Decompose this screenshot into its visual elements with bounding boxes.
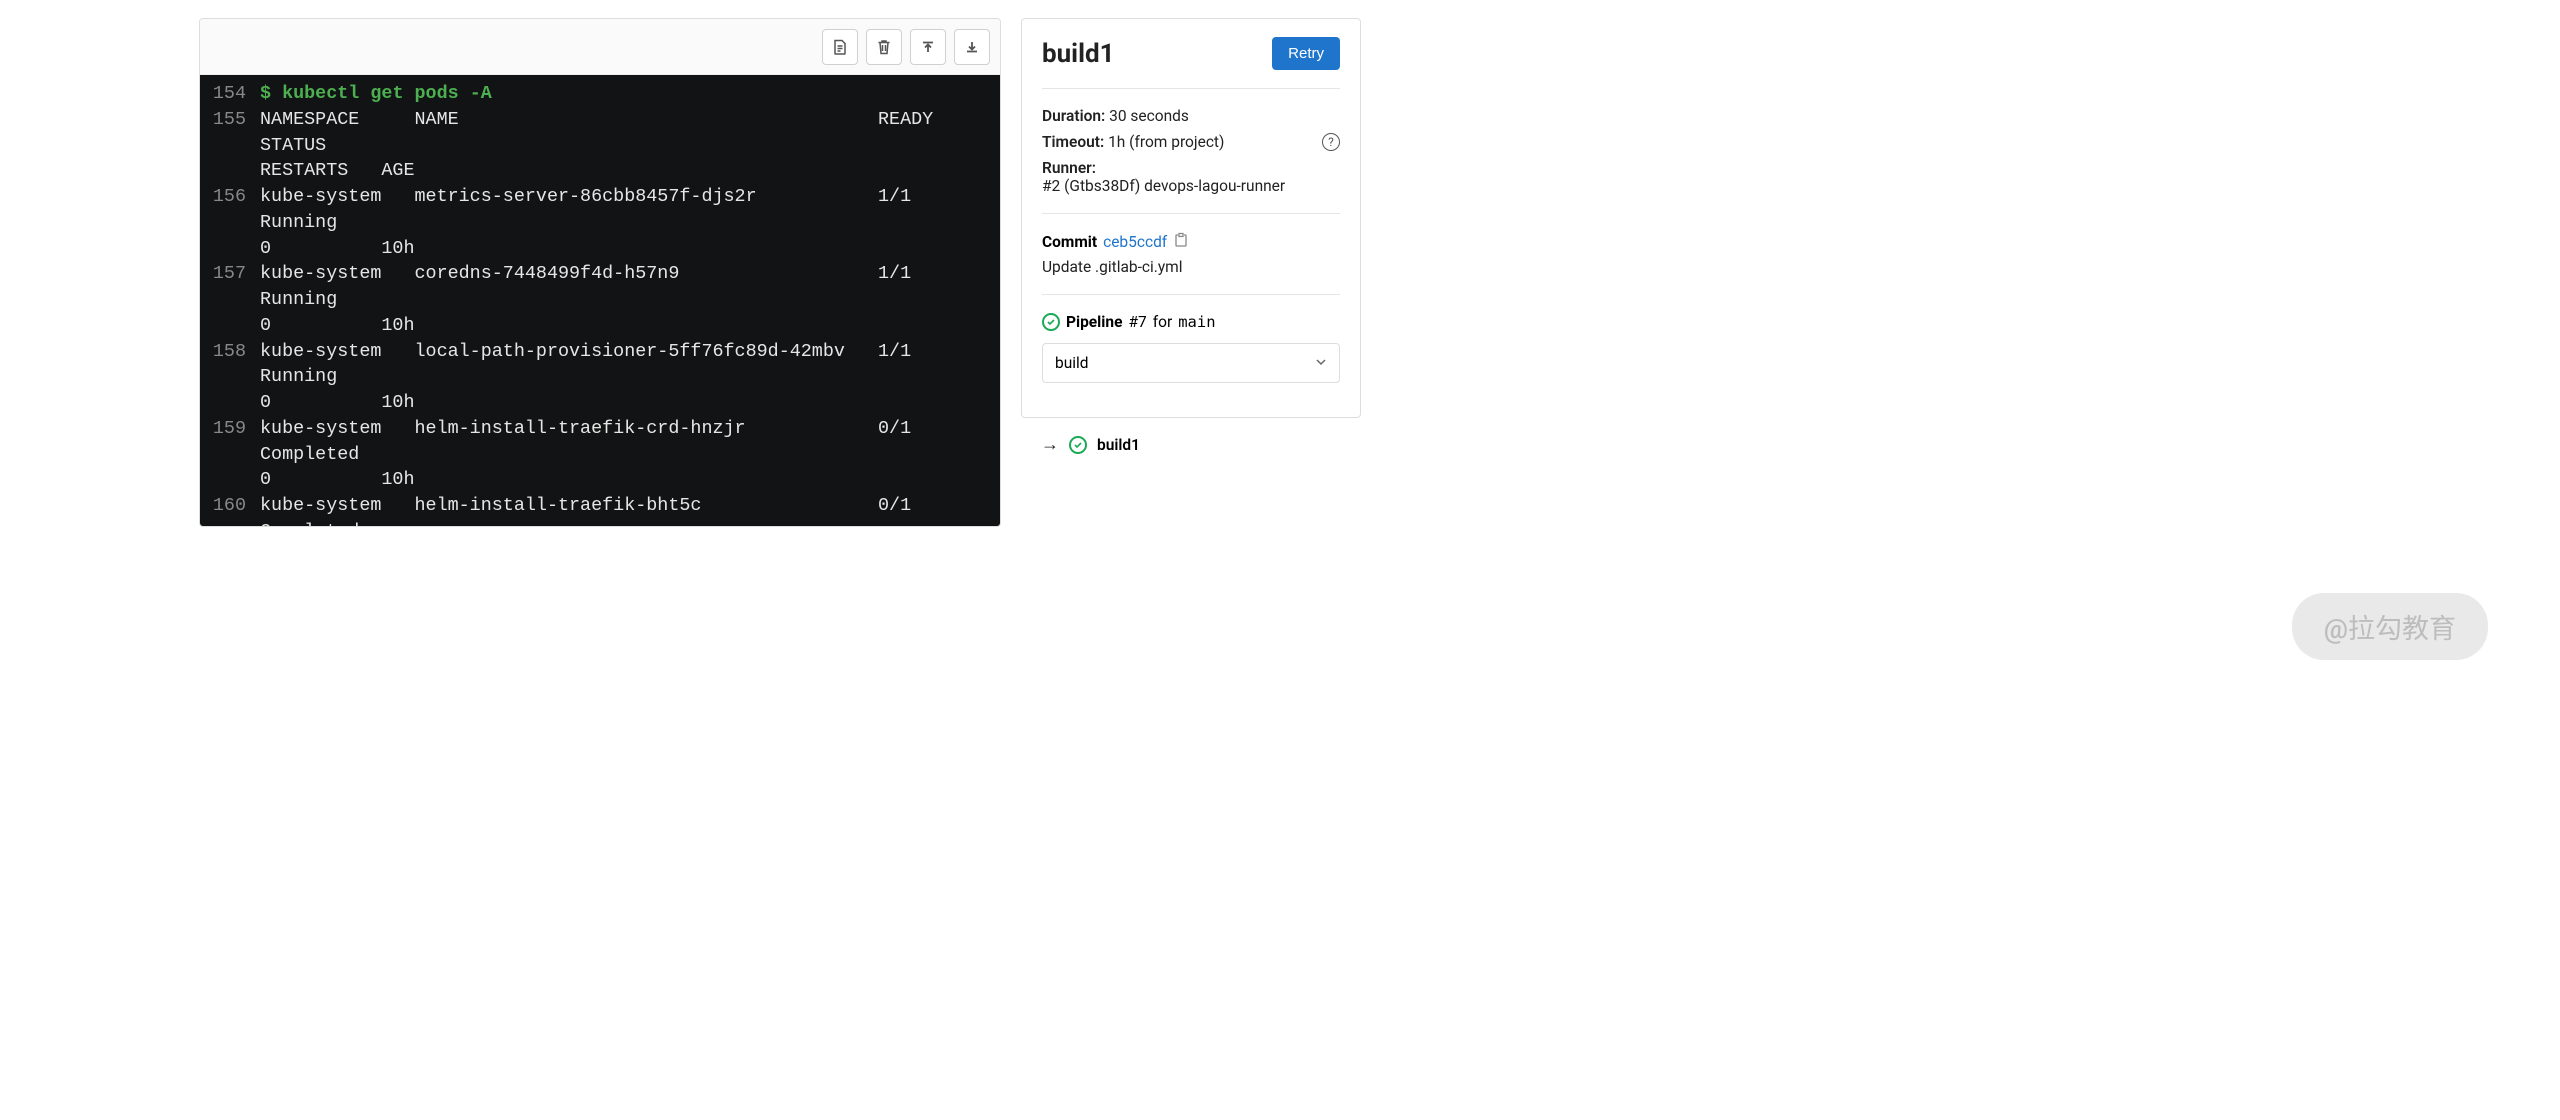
runner-label: Runner: [1042,159,1096,177]
line-number: 156 [200,184,260,236]
job-meta: Duration: 30 seconds Timeout: 1h (from p… [1042,89,1340,214]
scroll-top-button[interactable] [910,29,946,65]
line-number: 158 [200,339,260,391]
terminal-line: 154$ kubectl get pods -A [200,81,1000,107]
line-content: 0 10h [260,313,415,339]
line-number: 154 [200,81,260,107]
terminal-line-wrap: 0 10h [200,313,1000,339]
line-number: 155 [200,107,260,159]
pipeline-for: for [1153,313,1172,331]
terminal-line-wrap: 0 10h [200,236,1000,262]
terminal-panel: 154$ kubectl get pods -A155NAMESPACE NAM… [199,18,1001,527]
line-content: 0 10h [260,236,415,262]
terminal-toolbar [200,19,1000,75]
commit-label: Commit [1042,233,1097,251]
delete-log-button[interactable] [866,29,902,65]
arrow-down-bar-icon [964,39,980,55]
job-sidebar: build1 Retry Duration: 30 seconds Timeou… [1021,18,1361,418]
copy-commit-button[interactable] [1173,232,1189,252]
line-content: 0 10h [260,390,415,416]
terminal-line: 156kube-system metrics-server-86cbb8457f… [200,184,1000,236]
pipeline-label: Pipeline [1066,313,1122,331]
job-name: build1 [1097,436,1140,454]
pipeline-section: Pipeline #7 for main build [1042,295,1340,397]
arrow-up-bar-icon [920,39,936,55]
stage-name: build [1055,354,1089,372]
line-content: 0 10h [260,467,415,493]
timeout-value: 1h (from project) [1108,133,1224,151]
terminal-line-wrap: 0 10h [200,467,1000,493]
terminal-line: 159kube-system helm-install-traefik-crd-… [200,416,1000,468]
document-icon [832,39,848,55]
commit-section: Commit ceb5ccdf Update .gitlab-ci.yml [1042,214,1340,295]
terminal-output[interactable]: 154$ kubectl get pods -A155NAMESPACE NAM… [200,75,1000,526]
timeout-label: Timeout: [1042,133,1104,151]
terminal-line: 158kube-system local-path-provisioner-5f… [200,339,1000,391]
terminal-line-wrap: RESTARTS AGE [200,158,1000,184]
line-number: 160 [200,493,260,526]
line-content: NAMESPACE NAME READY STATUS [260,107,990,159]
duration-label: Duration: [1042,107,1105,125]
line-content: kube-system helm-install-traefik-bht5c 0… [260,493,990,526]
job-item[interactable]: → build1 [1041,434,1341,455]
line-content: kube-system metrics-server-86cbb8457f-dj… [260,184,990,236]
job-title: build1 [1042,39,1115,69]
arrow-right-icon: → [1041,434,1059,455]
terminal-line: 160kube-system helm-install-traefik-bht5… [200,493,1000,526]
trash-icon [876,39,892,55]
line-content: $ kubectl get pods -A [260,81,990,107]
line-content: kube-system helm-install-traefik-crd-hnz… [260,416,990,468]
line-content: kube-system coredns-7448499f4d-h57n9 1/1… [260,261,990,313]
retry-button[interactable]: Retry [1272,37,1340,70]
terminal-line-wrap: 0 10h [200,390,1000,416]
scroll-bottom-button[interactable] [954,29,990,65]
job-list: → build1 [1021,418,1361,471]
help-icon[interactable]: ? [1322,133,1340,151]
status-passed-icon [1042,313,1060,331]
terminal-line: 155NAMESPACE NAME READY STATUS [200,107,1000,159]
line-number: 159 [200,416,260,468]
duration-value: 30 seconds [1109,107,1189,125]
line-content: kube-system local-path-provisioner-5ff76… [260,339,990,391]
line-content: RESTARTS AGE [260,158,415,184]
watermark: @拉勾教育 [2292,593,2488,660]
commit-hash-link[interactable]: ceb5ccdf [1103,233,1167,251]
stage-dropdown[interactable]: build [1042,343,1340,383]
status-passed-icon [1069,436,1087,454]
pipeline-branch[interactable]: main [1178,313,1215,331]
line-number: 157 [200,261,260,313]
terminal-line: 157kube-system coredns-7448499f4d-h57n9 … [200,261,1000,313]
raw-log-button[interactable] [822,29,858,65]
chevron-down-icon [1315,354,1327,372]
pipeline-number[interactable]: #7 [1128,313,1146,331]
runner-value: #2 (Gtbs38Df) devops-lagou-runner [1042,177,1285,195]
commit-message: Update .gitlab-ci.yml [1042,258,1340,276]
clipboard-icon [1173,232,1189,248]
